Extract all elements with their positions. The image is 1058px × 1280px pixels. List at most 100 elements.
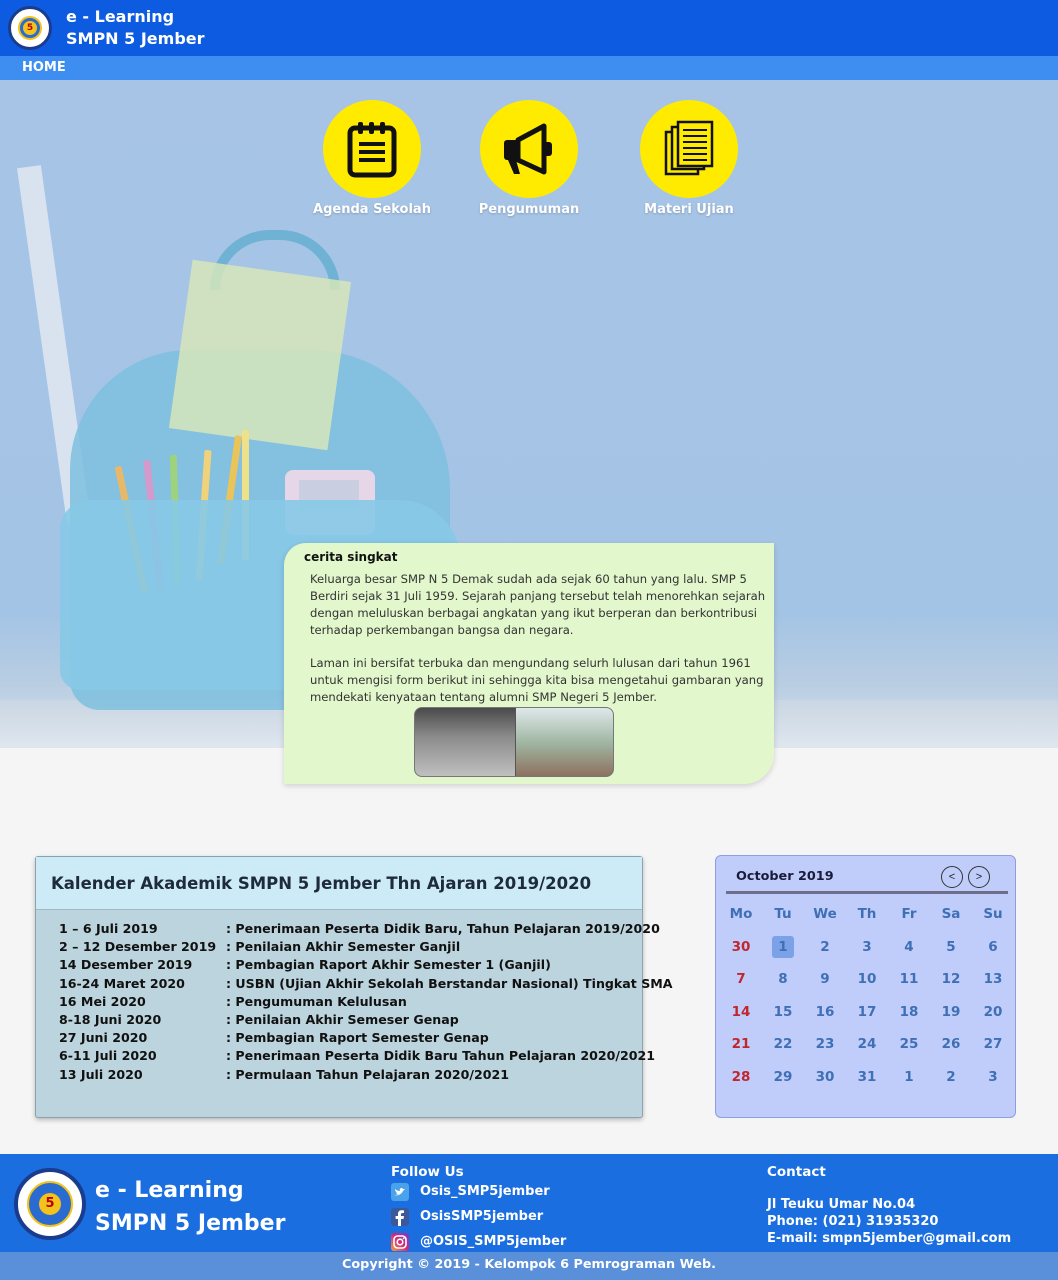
- list-item: 27 Juni 2020: Pembagian Raport Semester …: [59, 1030, 489, 1046]
- calendar-weekday: We: [813, 906, 837, 922]
- footer-brand: e - Learning SMPN 5 Jember: [95, 1174, 285, 1240]
- calendar-day[interactable]: 12: [930, 971, 972, 987]
- story-card: cerita singkat Keluarga besar SMP N 5 De…: [284, 543, 774, 784]
- calendar-day[interactable]: 28: [720, 1069, 762, 1085]
- story-photo: [414, 707, 614, 777]
- calendar-day[interactable]: 7: [720, 971, 762, 987]
- story-title: cerita singkat: [304, 550, 398, 564]
- academic-calendar-panel: Kalender Akademik SMPN 5 Jember Thn Ajar…: [35, 856, 673, 1118]
- shortcut-label: Pengumuman: [478, 202, 580, 217]
- calendar-day[interactable]: 26: [930, 1036, 972, 1052]
- calendar-day[interactable]: 25: [888, 1036, 930, 1052]
- calendar-day[interactable]: 27: [972, 1036, 1014, 1052]
- facebook-icon: [391, 1208, 409, 1226]
- shortcut-materi-ujian[interactable]: Materi Ujian: [599, 100, 779, 217]
- nav-bar: HOME: [0, 56, 1058, 80]
- calendar-day[interactable]: 2: [930, 1069, 972, 1085]
- story-paragraph-1: Keluarga besar SMP N 5 Demak sudah ada s…: [310, 572, 766, 637]
- calendar-day[interactable]: 19: [930, 1004, 972, 1020]
- academic-calendar-title: Kalender Akademik SMPN 5 Jember Thn Ajar…: [51, 874, 592, 893]
- school-logo[interactable]: 5: [8, 6, 52, 50]
- calendar-weekday: Mo: [729, 906, 753, 922]
- twitter-icon: [391, 1183, 409, 1201]
- calendar-week-row: 14 15 16 17 18 19 20: [720, 1004, 1014, 1037]
- calendar-day[interactable]: 30: [720, 939, 762, 955]
- brand-line-1: e - Learning: [66, 7, 175, 26]
- nav-home-link[interactable]: HOME: [22, 60, 66, 75]
- copyright-bar: Copyright © 2019 - Kelompok 6 Pemrograma…: [0, 1252, 1058, 1280]
- copyright-text: Copyright © 2019 - Kelompok 6 Pemrograma…: [342, 1257, 716, 1272]
- contact-email[interactable]: E-mail: smpn5jember@gmail.com: [767, 1231, 1011, 1246]
- calendar-divider: [726, 891, 1008, 894]
- calendar-weekday: Tu: [774, 906, 792, 922]
- calendar-weekday: Fr: [901, 906, 917, 922]
- calendar-day[interactable]: 22: [762, 1036, 804, 1052]
- calendar-day[interactable]: 5: [930, 939, 972, 955]
- contact-address: Jl Teuku Umar No.04: [767, 1197, 916, 1212]
- story-photo-old: [415, 708, 515, 776]
- calendar-weekday: Th: [857, 906, 877, 922]
- logo-number: 5: [39, 1193, 61, 1215]
- calendar-week-row: 28 29 30 31 1 2 3: [720, 1069, 1014, 1102]
- list-item: 16 Mei 2020: Pengumuman Kelulusan: [59, 993, 407, 1009]
- month-calendar: October 2019 < > Mo Tu We Th Fr Sa Su 30 1 2 3 4 5 6 7…: [715, 855, 1016, 1118]
- brand-title[interactable]: e - Learning SMPN 5 Jember: [66, 6, 205, 50]
- list-item: 2 – 12 Desember 2019: Penilaian Akhir Se…: [59, 939, 461, 955]
- calendar-day[interactable]: 20: [972, 1004, 1014, 1020]
- calendar-day[interactable]: 3: [972, 1069, 1014, 1085]
- calendar-day[interactable]: 10: [846, 971, 888, 987]
- header-bar: 5 e - Learning SMPN 5 Jember: [0, 0, 1058, 56]
- calendar-day[interactable]: 14: [720, 1004, 762, 1020]
- list-item: 14 Desember 2019: Pembagian Raport Akhir…: [59, 957, 551, 973]
- calendar-day[interactable]: 18: [888, 1004, 930, 1020]
- calendar-day[interactable]: 3: [846, 939, 888, 955]
- list-item: 8-18 Juni 2020: Penilaian Akhir Semeser …: [59, 1011, 459, 1027]
- follow-us-title: Follow Us: [391, 1164, 464, 1180]
- calendar-week-row: 21 22 23 24 25 26 27: [720, 1036, 1014, 1069]
- calendar-day[interactable]: 9: [804, 971, 846, 987]
- list-item: 6-11 Juli 2020: Penerimaan Peserta Didik…: [59, 1048, 656, 1064]
- calendar-day[interactable]: 24: [846, 1036, 888, 1052]
- calendar-day[interactable]: 4: [888, 939, 930, 955]
- calendar-day[interactable]: 29: [762, 1069, 804, 1085]
- calendar-day-selected[interactable]: 1: [762, 935, 804, 958]
- calendar-day[interactable]: 17: [846, 1004, 888, 1020]
- calendar-day[interactable]: 6: [972, 939, 1014, 955]
- logo-number: 5: [23, 21, 37, 35]
- calendar-day[interactable]: 8: [762, 971, 804, 987]
- shortcut-pengumuman[interactable]: Pengumuman: [439, 100, 619, 217]
- academic-calendar-header: Kalender Akademik SMPN 5 Jember Thn Ajar…: [36, 857, 642, 910]
- calendar-day[interactable]: 31: [846, 1069, 888, 1085]
- calendar-month-label: October 2019: [736, 869, 834, 884]
- calendar-day[interactable]: 13: [972, 971, 1014, 987]
- academic-calendar-list: 1 – 6 Juli 2019: Penerimaan Peserta Didi…: [59, 921, 673, 1085]
- twitter-handle: Osis_SMP5jember: [420, 1184, 550, 1199]
- list-item: 16-24 Maret 2020: USBN (Ujian Akhir Seko…: [59, 975, 673, 991]
- calendar-day[interactable]: 11: [888, 971, 930, 987]
- calendar-weekday: Sa: [941, 906, 961, 922]
- footer-school-logo: 5: [14, 1168, 86, 1240]
- calendar-prev-button[interactable]: <: [941, 866, 963, 888]
- calendar-day[interactable]: 2: [804, 939, 846, 955]
- calendar-day[interactable]: 1: [888, 1069, 930, 1085]
- calendar-day[interactable]: 16: [804, 1004, 846, 1020]
- calendar-day[interactable]: 23: [804, 1036, 846, 1052]
- calendar-day[interactable]: 15: [762, 1004, 804, 1020]
- shortcut-label: Agenda Sekolah: [313, 202, 431, 217]
- calendar-week-row: 7 8 9 10 11 12 13: [720, 971, 1014, 1004]
- facebook-handle: OsisSMP5jember: [420, 1209, 544, 1224]
- list-item: 13 Juli 2020: Permulaan Tahun Pelajaran …: [59, 1066, 510, 1082]
- calendar-day[interactable]: 21: [720, 1036, 762, 1052]
- calendar-next-button[interactable]: >: [968, 866, 990, 888]
- calendar-day[interactable]: 30: [804, 1069, 846, 1085]
- calendar-weekday: Su: [983, 906, 1003, 922]
- contact-phone: Phone: (021) 31935320: [767, 1214, 939, 1229]
- shortcut-agenda-sekolah[interactable]: Agenda Sekolah: [282, 100, 462, 217]
- megaphone-icon: [480, 100, 578, 198]
- footer: 5 e - Learning SMPN 5 Jember Follow Us O…: [0, 1154, 1058, 1252]
- calendar-grid: Mo Tu We Th Fr Sa Su 30 1 2 3 4 5 6 7 8 9 10 11 12 13 14 15 16 1…: [720, 906, 1014, 1102]
- footer-brand-line-1: e - Learning: [95, 1178, 244, 1203]
- footer-brand-line-2: SMPN 5 Jember: [95, 1211, 286, 1236]
- shortcut-label: Materi Ujian: [644, 202, 734, 217]
- story-photo-new: [516, 708, 613, 776]
